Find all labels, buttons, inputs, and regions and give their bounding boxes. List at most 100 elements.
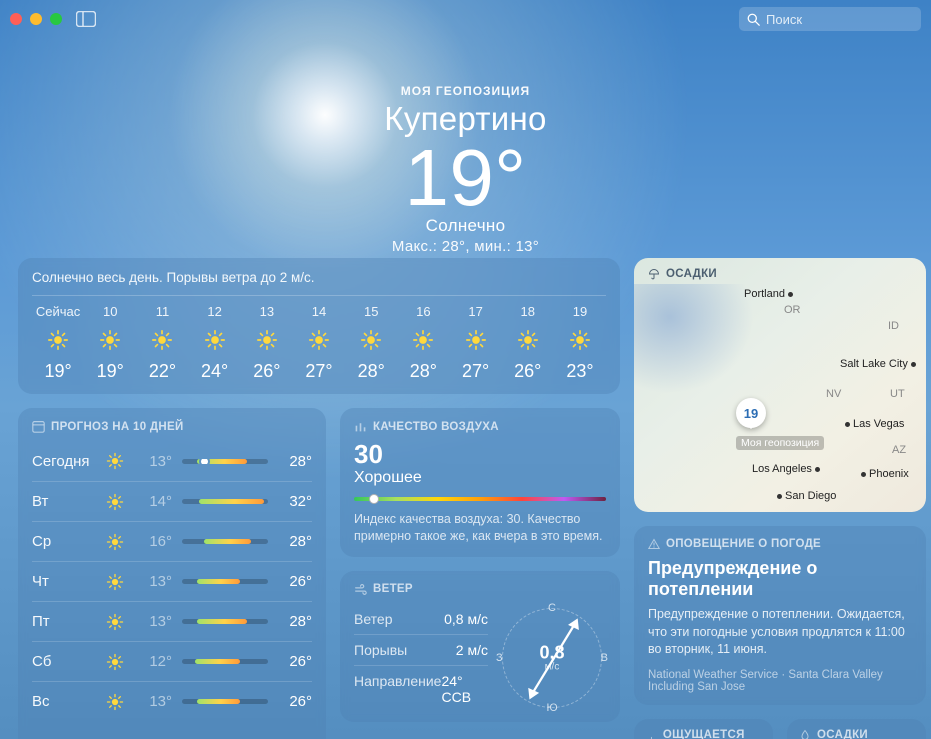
day-row[interactable]: Ср16°28° [32,521,312,561]
day-max: 26° [278,693,312,710]
day-min: 14° [138,493,172,510]
day-max: 28° [278,613,312,630]
wind-card[interactable]: Ветер Ветер0,8 м/сПорывы2 м/сНаправление… [340,571,620,722]
search-placeholder: Поиск [766,12,802,27]
alert-header: Оповещение о погоде [666,538,821,550]
sunny-icon [99,329,121,351]
sunny-icon [151,329,173,351]
hour-temp: 28° [410,361,437,382]
day-name: Пт [32,613,96,630]
hourly-column: 1826° [502,304,554,382]
hour-temp: 19° [97,361,124,382]
wind-compass: С Ю В З 0,8 м/с [498,604,606,712]
day-name: Сб [32,653,96,670]
sunny-icon [106,493,124,511]
day-row[interactable]: Пт 13° 28° [32,601,312,641]
wind-row: Направление24° ССВ [354,666,488,712]
hourly-column: 1019° [84,304,136,382]
map-city-label: Las Vegas [842,418,904,430]
hour-label: 12 [207,304,221,319]
minimize-window-button[interactable] [30,13,42,25]
temp-range-bar [182,539,268,544]
toggle-sidebar-button[interactable] [76,11,96,27]
day-row[interactable]: Чт 13° 26° [32,561,312,601]
temp-range-bar [182,579,268,584]
sunny-icon [106,693,124,711]
temp-range-bar [182,459,268,464]
day-name: Чт [32,573,96,590]
sunny-icon [106,573,124,591]
sunny-icon [308,329,330,351]
hour-temp: 24° [201,361,228,382]
sunny-icon [360,329,382,351]
hourly-column: Сейчас19° [32,304,84,382]
fullscreen-window-button[interactable] [50,13,62,25]
precipitation-card[interactable]: Осадки [787,719,926,739]
sunny-icon [106,452,124,470]
wind-row: Порывы2 м/с [354,635,488,666]
hourly-forecast-card[interactable]: Солнечно весь день. Порывы ветра до 2 м/… [18,258,620,394]
sunny-icon [256,329,278,351]
temp-range-bar [182,619,268,624]
day-max: 26° [278,653,312,670]
current-temperature: 19° [0,138,931,218]
map-state-label: UT [890,388,905,400]
sunny-icon [465,329,487,351]
wind-row: Ветер0,8 м/с [354,604,488,635]
ten-day-header: Прогноз на 10 дней [51,421,184,433]
temp-range-bar [182,499,268,504]
hour-temp: 22° [149,361,176,382]
umbrella-icon [648,268,660,280]
hour-label: 14 [312,304,326,319]
weather-alert-card[interactable]: Оповещение о погоде Предупреждение о пот… [634,526,926,705]
day-name: Вс [32,693,96,710]
hour-temp: 19° [44,361,71,382]
wind-icon [354,583,367,596]
hour-temp: 26° [514,361,541,382]
precipitation-overlay [634,284,754,394]
map-city-label: Phoenix [858,468,909,480]
map-state-label: NV [826,388,841,400]
sidebar-icon [76,11,96,27]
sunny-icon [106,653,124,671]
day-name: Сегодня [32,453,96,470]
wind-header: Ветер [373,583,413,595]
day-name: Ср [32,533,96,550]
search-input[interactable]: Поиск [739,7,921,31]
day-row[interactable]: Сегодня13°28° [32,441,312,481]
day-max: 26° [278,573,312,590]
ten-day-forecast-card[interactable]: Прогноз на 10 дней Сегодня13°28°Вт14°32°… [18,408,326,739]
hour-label: 13 [260,304,274,319]
day-min: 16° [138,533,172,550]
sunny-icon [517,329,539,351]
current-conditions-hero: МОЯ ГЕОПОЗИЦИЯ Купертино 19° Солнечно Ма… [0,84,931,255]
aqi-label: Хорошее [354,469,606,487]
hourly-column: 12 24° [189,304,241,382]
close-window-button[interactable] [10,13,22,25]
hourly-column: 1727° [450,304,502,382]
day-row[interactable]: Вс 13° 26° [32,681,312,721]
map-state-label: AZ [892,444,906,456]
precipitation-map-card[interactable]: Осадки PortlandSalt Lake CityLas VegasLo… [634,258,926,512]
droplet-icon [799,729,811,739]
map-state-label: ID [888,320,899,332]
air-quality-card[interactable]: Качество воздуха 30 Хорошее Индекс качес… [340,408,620,557]
hourly-column: 1427° [293,304,345,382]
day-row[interactable]: Вт14°32° [32,481,312,521]
map-city-label: San Diego [774,490,836,502]
day-row[interactable]: Сб12°26° [32,641,312,681]
day-min: 13° [138,573,172,590]
window-controls [10,13,62,25]
hour-temp: 23° [566,361,593,382]
hour-label: 17 [468,304,482,319]
aqi-description: Индекс качества воздуха: 30. Качество пр… [354,511,606,545]
hourly-column: 1628° [397,304,449,382]
my-location-pin[interactable]: 19 Моя геопозиция [736,398,824,450]
feels-like-card[interactable]: Ощущается как [634,719,773,739]
day-min: 13° [138,613,172,630]
day-max: 32° [278,493,312,510]
day-min: 13° [138,693,172,710]
alert-source: National Weather Service · Santa Clara V… [648,669,912,693]
aqi-header: Качество воздуха [373,421,499,433]
alert-text: Предупреждение о потеплении. Ожидается, … [648,606,912,659]
